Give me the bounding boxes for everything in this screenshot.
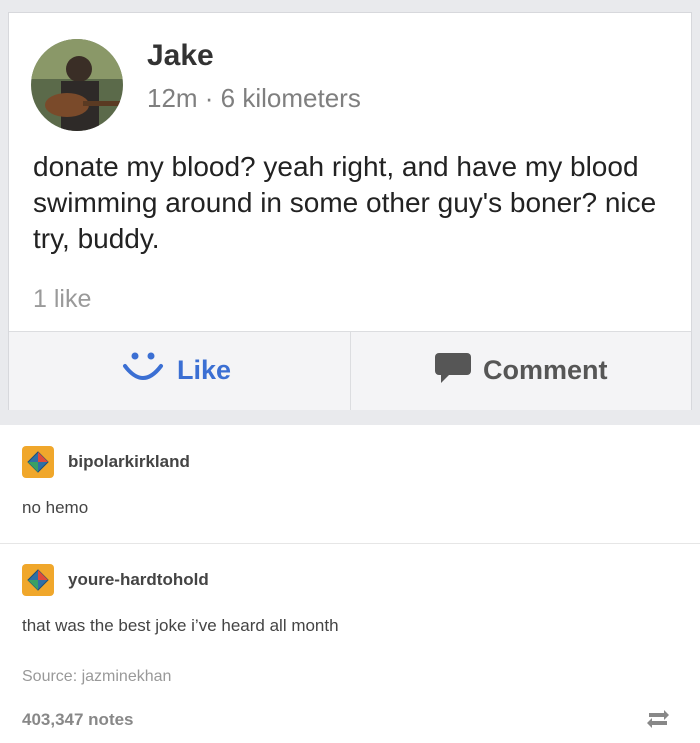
reply-header: bipolarkirkland <box>22 446 190 478</box>
reply-username[interactable]: youre-hardtohold <box>68 570 209 590</box>
author-avatar[interactable] <box>31 39 123 131</box>
post-meta: 12m · 6 kilometers <box>147 83 361 113</box>
post-card: Jake 12m · 6 kilometers donate my blood?… <box>8 12 692 410</box>
comment-bubble-icon <box>433 351 473 390</box>
reblog-icon[interactable] <box>645 707 671 731</box>
reply-header: youre-hardtohold <box>22 564 209 596</box>
reply-text: that was the best joke i’ve heard all mo… <box>22 616 339 635</box>
smile-icon <box>119 350 167 391</box>
diamond-avatar-icon[interactable] <box>22 564 54 596</box>
comment-label: Comment <box>483 354 608 385</box>
like-label: Like <box>177 354 232 385</box>
source-link[interactable]: Source: jazminekhan <box>22 668 171 686</box>
reply-username[interactable]: bipolarkirkland <box>68 452 190 472</box>
notes-row: 403,347 notes <box>0 695 700 743</box>
author-name[interactable]: Jake <box>147 39 214 73</box>
action-bar: Like Comment <box>9 331 691 410</box>
action-divider <box>350 332 351 410</box>
comment-button[interactable]: Comment <box>433 350 608 390</box>
diamond-avatar-icon[interactable] <box>22 446 54 478</box>
post-text: donate my blood? yeah right, and have my… <box>33 151 657 254</box>
like-button[interactable]: Like <box>119 350 231 390</box>
reply-divider <box>0 543 700 544</box>
notes-count[interactable]: 403,347 notes <box>22 710 134 730</box>
reply-text: no hemo <box>22 498 89 517</box>
like-count[interactable]: 1 like <box>33 285 91 314</box>
